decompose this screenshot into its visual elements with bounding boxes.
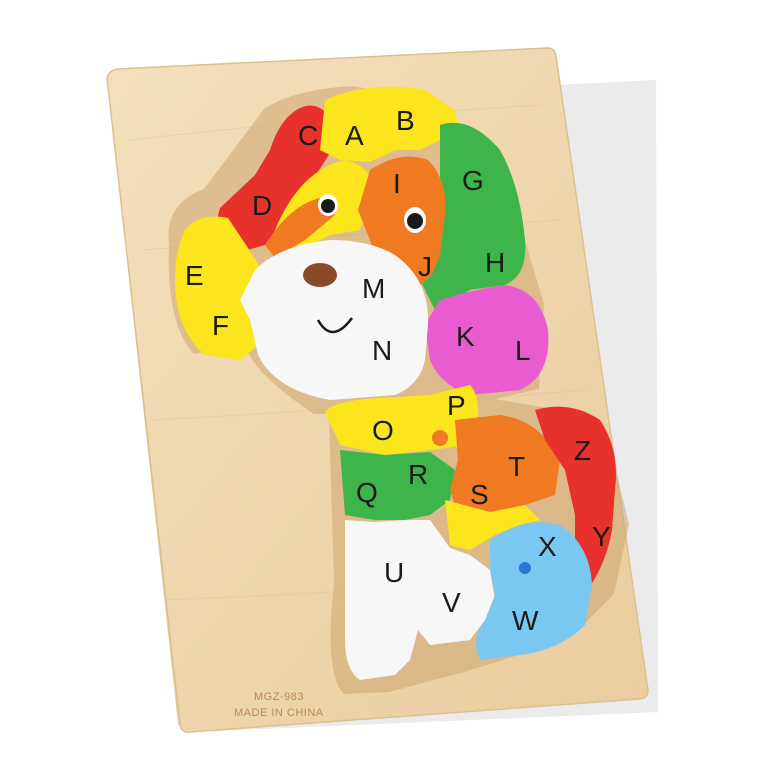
nose [303,263,337,287]
letter-h: H [485,247,505,278]
letter-x: X [538,531,557,562]
letter-d: D [252,190,272,221]
letter-m: M [362,273,385,304]
letter-e: E [185,260,204,291]
letter-g: G [462,165,484,196]
letter-i: I [393,168,401,199]
letter-s: S [470,479,489,510]
left-eye-pupil [321,199,335,213]
puzzle-photo: A B C D E F G H I J K L M N O P Q R S T … [106,47,658,733]
letter-u: U [384,557,404,588]
paw-spot [519,562,531,574]
letter-y: Y [592,521,611,552]
letter-w: W [512,605,539,636]
letter-p: P [447,390,466,421]
letter-l: L [515,335,531,366]
body-spot [432,430,448,446]
letter-z: Z [574,435,591,466]
letter-b: B [396,105,415,136]
letter-q: Q [356,477,378,508]
letter-c: C [298,120,318,151]
right-eye-pupil [407,213,423,229]
letter-r: R [408,459,428,490]
board-origin-stamp: MADE IN CHINA [234,707,324,719]
letter-f: F [212,310,229,341]
letter-j: J [418,251,432,282]
letter-v: V [442,587,461,618]
letter-a: A [345,120,364,151]
letter-o: O [372,415,394,446]
letter-t: T [508,451,525,482]
letter-n: N [372,335,392,366]
board-model-stamp: MGZ-983 [254,691,304,703]
letter-k: K [456,321,475,352]
